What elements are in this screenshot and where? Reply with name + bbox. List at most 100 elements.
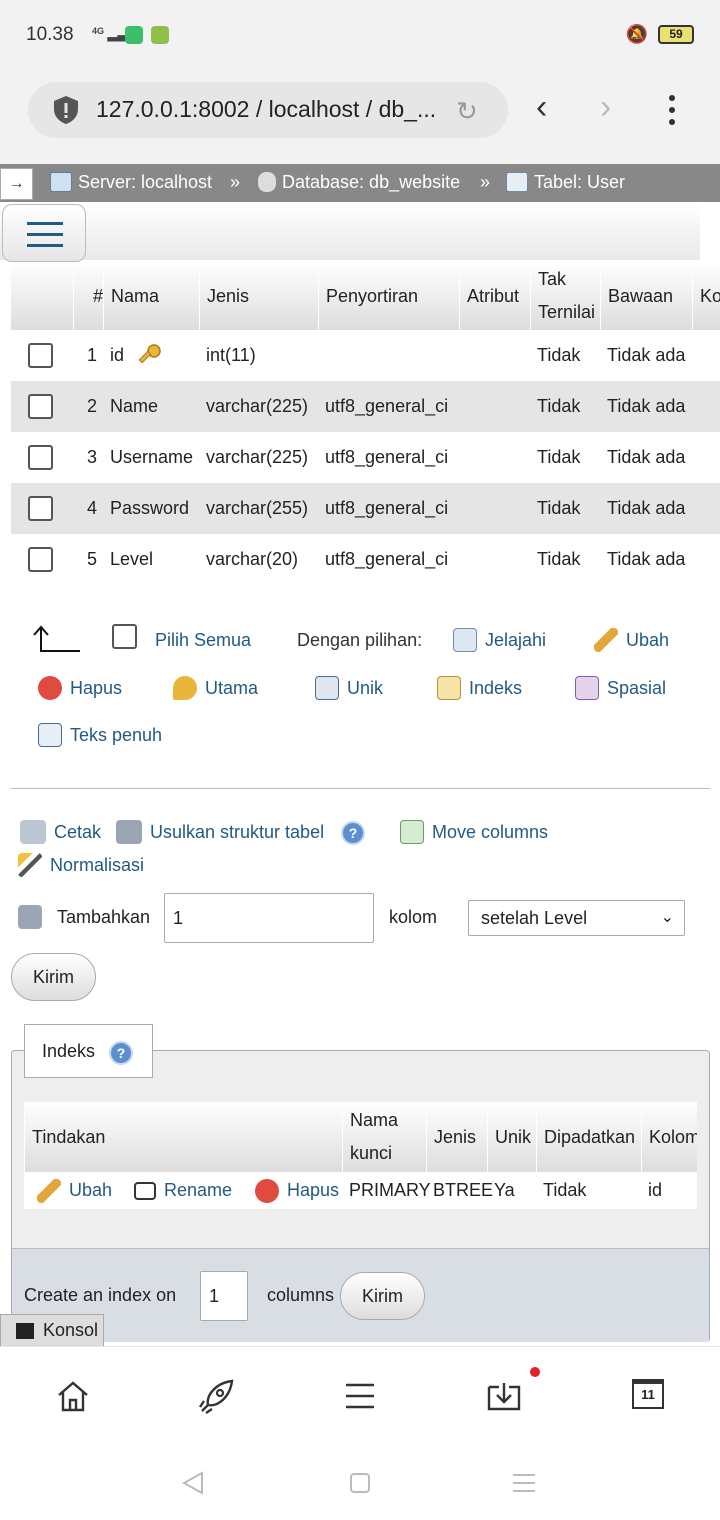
col-header-name[interactable]: Nama	[103, 262, 199, 330]
drop-button[interactable]: Hapus	[38, 676, 122, 700]
back-icon[interactable]: ‹	[536, 88, 547, 127]
row-field-name: Name	[110, 396, 159, 416]
forward-icon[interactable]: ›	[600, 88, 611, 127]
move-columns-button[interactable]: Move columns	[400, 820, 548, 844]
propose-structure-button[interactable]: Usulkan struktur tabel	[116, 820, 324, 844]
create-index-label: Create an index on	[24, 1285, 177, 1305]
back-nav-icon[interactable]	[180, 1470, 206, 1496]
add-column-submit-button[interactable]: Kirim	[11, 953, 96, 1001]
select-all-checkbox[interactable]	[112, 624, 137, 649]
breadcrumb-table[interactable]: Tabel: User	[506, 172, 625, 193]
index-rename-button[interactable]: Rename	[134, 1172, 232, 1209]
recents-nav-icon[interactable]	[512, 1472, 536, 1494]
print-button[interactable]: Cetak	[20, 820, 101, 844]
printer-icon	[20, 820, 46, 844]
menu-icon[interactable]	[344, 1381, 376, 1411]
print-label: Cetak	[54, 822, 102, 842]
row-type: int(11)	[206, 345, 256, 365]
more-menu-icon[interactable]	[662, 92, 682, 132]
unique-button[interactable]: Unik	[315, 676, 383, 700]
row-type: varchar(225)	[206, 396, 309, 416]
help-icon[interactable]: ?	[341, 821, 365, 845]
column-position-select[interactable]: setelah Level ⌄	[468, 900, 685, 936]
table-row: 4 Password varchar(255) utf8_general_ci …	[11, 483, 720, 534]
address-bar[interactable]: 127.0.0.1:8002 / localhost / db_... ↻	[28, 82, 508, 138]
row-num: 1	[86, 345, 97, 365]
row-checkbox[interactable]	[28, 343, 53, 368]
browse-icon	[453, 628, 477, 652]
home-icon[interactable]	[56, 1379, 90, 1413]
chevron-down-icon: ⌄	[660, 909, 674, 926]
select-all-label[interactable]: Pilih Semua	[155, 630, 251, 651]
breadcrumb-server[interactable]: Server: localhost	[50, 172, 212, 193]
row-checkbox[interactable]	[28, 547, 53, 572]
col-header-type: Jenis	[199, 262, 318, 330]
spatial-label: Spasial	[607, 678, 667, 698]
breadcrumb-database[interactable]: Database: db_website	[258, 172, 460, 193]
add-column-unit: kolom	[389, 907, 438, 927]
help-icon[interactable]: ?	[109, 1041, 133, 1065]
add-column-icon	[18, 905, 42, 929]
index-drop-label: Hapus	[287, 1180, 340, 1200]
fulltext-button[interactable]: Teks penuh	[38, 723, 162, 747]
drop-icon	[255, 1178, 279, 1203]
row-checkbox[interactable]	[28, 496, 53, 521]
move-columns-label: Move columns	[432, 822, 549, 842]
row-default: Tidak ada	[607, 396, 686, 416]
breadcrumb-separator-2: »	[480, 172, 491, 192]
normalize-button[interactable]: Normalisasi	[18, 853, 144, 877]
row-num: 3	[86, 447, 97, 467]
row-num: 2	[86, 396, 97, 416]
create-index-unit: columns	[267, 1285, 335, 1305]
move-columns-icon	[400, 820, 424, 844]
tabs-icon[interactable]: 11	[632, 1379, 664, 1409]
table-row: 2 Name varchar(225) utf8_general_ci Tida…	[11, 381, 720, 432]
primary-button[interactable]: Utama	[173, 676, 258, 700]
create-index-submit-button[interactable]: Kirim	[340, 1272, 425, 1320]
key-icon	[173, 676, 197, 700]
collapse-nav-icon[interactable]: →	[0, 168, 33, 200]
downloads-icon[interactable]	[486, 1379, 522, 1413]
row-field-name: Password	[110, 498, 190, 518]
row-num: 4	[86, 498, 97, 518]
idx-col-type: Jenis	[426, 1102, 487, 1172]
create-index-bar: Create an index on 1 columns Kirim	[12, 1248, 709, 1342]
console-icon	[16, 1322, 34, 1339]
console-toggle[interactable]: Konsol	[0, 1314, 104, 1347]
spatial-icon	[575, 676, 599, 700]
row-checkbox[interactable]	[28, 445, 53, 470]
breadcrumb-database-label: Database: db_website	[282, 172, 461, 192]
primary-key-icon	[138, 343, 161, 363]
row-field-name: Username	[110, 447, 194, 467]
magic-wand-icon	[18, 853, 42, 877]
menu-bar	[0, 202, 700, 262]
shield-icon	[54, 96, 78, 124]
change-button[interactable]: Ubah	[594, 628, 669, 652]
create-index-count-input[interactable]: 1	[200, 1271, 248, 1321]
column-position-value: setelah Level	[481, 907, 588, 928]
row-default: Tidak ada	[607, 345, 686, 365]
index-drop-button[interactable]: Hapus	[255, 1172, 339, 1209]
index-icon	[437, 676, 461, 700]
pencil-icon	[594, 628, 618, 652]
col-header-comments: Ko	[692, 262, 720, 330]
col-header-attributes: Atribut	[459, 262, 530, 330]
row-null: Tidak	[537, 396, 581, 416]
index-button[interactable]: Indeks	[437, 676, 522, 700]
table-icon	[506, 172, 528, 192]
row-checkbox[interactable]	[28, 394, 53, 419]
row-default: Tidak ada	[607, 498, 686, 518]
spatial-button[interactable]: Spasial	[575, 676, 666, 700]
home-nav-icon[interactable]	[350, 1473, 370, 1493]
hamburger-menu-icon[interactable]	[2, 204, 86, 262]
rocket-icon[interactable]	[198, 1377, 236, 1415]
browse-button[interactable]: Jelajahi	[453, 628, 546, 652]
normalize-label: Normalisasi	[50, 855, 145, 875]
reload-icon[interactable]: ↻	[456, 96, 478, 127]
index-edit-button[interactable]: Ubah	[37, 1172, 112, 1209]
row-field-name-text: id	[110, 345, 125, 365]
table-row: 1 id int(11) Tidak Tidak ada	[11, 330, 720, 381]
index-edit-label: Ubah	[69, 1180, 113, 1200]
add-column-count-input[interactable]: 1	[164, 893, 374, 943]
drop-label: Hapus	[70, 678, 123, 698]
